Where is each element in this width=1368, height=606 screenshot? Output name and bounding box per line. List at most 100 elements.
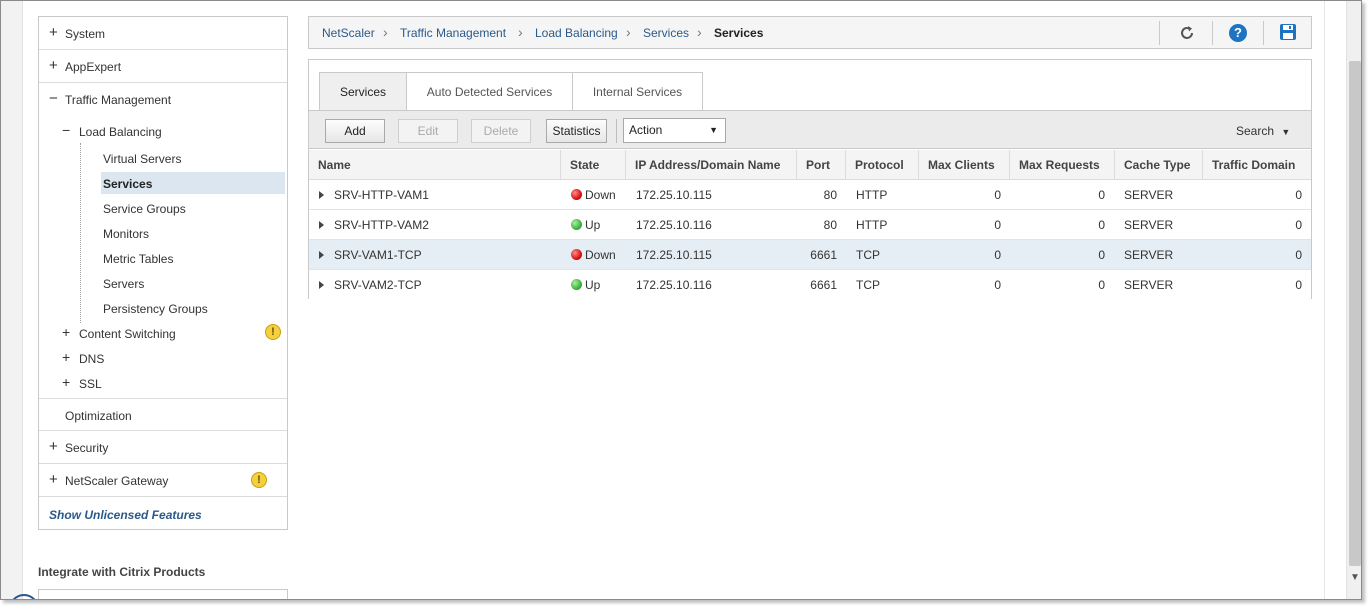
save-icon[interactable] [1279,23,1297,41]
cell-traffic-domain: 0 [1295,218,1302,232]
table-row[interactable]: SRV-HTTP-VAM2 Up 172.25.10.116 80 HTTP 0… [309,210,1311,240]
table-row[interactable]: SRV-VAM2-TCP Up 172.25.10.116 6661 TCP 0… [309,270,1311,300]
add-button[interactable]: Add [325,119,385,143]
nav-item-label: Servers [103,277,145,291]
integrate-heading: Integrate with Citrix Products [38,565,206,579]
collapse-icon[interactable]: − [62,122,70,138]
nav-item-servers[interactable]: Servers [39,274,287,294]
tab-auto-detected-services[interactable]: Auto Detected Services [406,72,573,110]
nav-item-label: Load Balancing [79,125,162,139]
nav-item-service-groups[interactable]: Service Groups [39,199,287,219]
app-window: ▼ + System + AppExpert − Traffic Managem… [0,0,1362,600]
column-header-protocol[interactable]: Protocol [846,150,919,180]
column-header-traffic-domain[interactable]: Traffic Domain [1203,150,1311,180]
warning-icon[interactable]: ! [251,472,267,488]
nav-item-monitors[interactable]: Monitors [39,224,287,244]
nav-item-netscaler-gateway[interactable]: + NetScaler Gateway ! [39,464,287,497]
collapse-icon[interactable]: − [49,91,58,106]
breadcrumb-services[interactable]: Services [643,26,689,40]
grid-toolbar: Add Edit Delete Statistics Action ▼ Sear… [309,110,1311,149]
expand-icon[interactable]: + [49,472,58,487]
navigation-tree: + System + AppExpert − Traffic Managemen… [38,16,288,530]
breadcrumb-load-balancing[interactable]: Load Balancing [535,26,618,40]
expand-icon[interactable]: + [62,374,70,390]
status-down-icon [571,249,582,260]
chevron-right-icon: › [383,24,388,40]
nav-item-ssl[interactable]: + SSL [39,374,287,394]
search-toggle[interactable]: Search ▼ [1236,124,1290,138]
cell-port: 80 [823,188,837,202]
tab-services[interactable]: Services [319,72,407,111]
nav-item-label: Security [65,441,109,455]
column-header-max-clients[interactable]: Max Clients [919,150,1010,180]
breadcrumb-traffic-management[interactable]: Traffic Management [400,26,506,40]
delete-button[interactable]: Delete [471,119,531,143]
cell-cache-type: SERVER [1124,218,1174,232]
nav-item-label: Content Switching [79,327,176,341]
expand-row-icon[interactable] [319,281,324,289]
statistics-button[interactable]: Statistics [546,119,607,143]
cell-state: Up [571,270,600,300]
warning-icon[interactable]: ! [265,324,281,340]
tab-internal-services[interactable]: Internal Services [572,72,703,110]
edit-button[interactable]: Edit [398,119,458,143]
expand-row-icon[interactable] [319,251,324,259]
table-row[interactable]: SRV-VAM1-TCP Down 172.25.10.115 6661 TCP… [309,240,1311,270]
refresh-icon[interactable] [1178,24,1196,42]
breadcrumb-netscaler[interactable]: NetScaler [322,26,375,40]
expand-row-icon[interactable] [319,191,324,199]
column-header-port[interactable]: Port [797,150,846,180]
chevron-right-icon: › [518,24,523,40]
breadcrumb-current: Services [714,26,764,40]
nav-item-load-balancing[interactable]: − Load Balancing [39,122,287,142]
scrollbar-thumb[interactable] [1349,61,1361,566]
column-header-state[interactable]: State [561,150,626,180]
left-gutter [1,1,23,599]
nav-item-services[interactable]: Services [39,172,287,194]
expand-icon[interactable]: + [62,324,70,340]
nav-item-label: NetScaler Gateway [65,474,169,488]
cell-name: SRV-VAM2-TCP [334,278,422,292]
column-header-cache-type[interactable]: Cache Type [1115,150,1203,180]
cell-state: Down [571,240,616,270]
action-dropdown[interactable]: Action ▼ [623,118,726,143]
cell-ip: 172.25.10.115 [636,188,712,202]
expand-icon[interactable]: + [49,58,58,73]
table-row[interactable]: SRV-HTTP-VAM1 Down 172.25.10.115 80 HTTP… [309,180,1311,210]
expand-icon[interactable]: + [49,439,58,454]
cell-ip: 172.25.10.116 [636,218,712,232]
nav-item-appexpert[interactable]: + AppExpert [39,50,287,83]
cell-port: 80 [823,218,837,232]
column-header-ip-address[interactable]: IP Address/Domain Name [626,150,797,180]
scroll-down-icon[interactable]: ▼ [1350,572,1360,583]
cell-state: Down [571,180,616,210]
state-label: Up [585,278,601,292]
nav-item-content-switching[interactable]: + Content Switching ! [39,324,287,344]
help-icon[interactable]: ? [1229,24,1247,42]
nav-item-persistency-groups[interactable]: Persistency Groups [39,299,287,319]
cell-max-clients: 0 [994,248,1001,262]
nav-item-optimization[interactable]: Optimization [39,398,287,431]
expand-icon[interactable]: + [62,349,70,365]
expand-row-icon[interactable] [319,221,324,229]
nav-item-virtual-servers[interactable]: Virtual Servers [39,149,287,169]
toolbar-divider [1263,21,1264,45]
cell-name: SRV-HTTP-VAM1 [334,188,429,202]
nav-item-traffic-management[interactable]: − Traffic Management [39,83,287,116]
nav-item-dns[interactable]: + DNS [39,349,287,369]
cell-traffic-domain: 0 [1295,188,1302,202]
column-header-name[interactable]: Name [309,150,561,180]
status-down-icon [571,189,582,200]
search-label: Search [1236,124,1275,138]
cell-max-requests: 0 [1098,188,1105,202]
nav-item-system[interactable]: + System [39,17,287,50]
show-unlicensed-features-link[interactable]: Show Unlicensed Features [49,508,202,522]
nav-item-metric-tables[interactable]: Metric Tables [39,249,287,269]
nav-item-label: Optimization [65,409,132,423]
nav-item-security[interactable]: + Security [39,431,287,464]
cell-cache-type: SERVER [1124,188,1174,202]
expand-icon[interactable]: + [49,25,58,40]
caret-down-icon: ▼ [1281,127,1291,137]
vertical-scrollbar[interactable]: ▼ [1346,1,1361,599]
column-header-max-requests[interactable]: Max Requests [1010,150,1115,180]
